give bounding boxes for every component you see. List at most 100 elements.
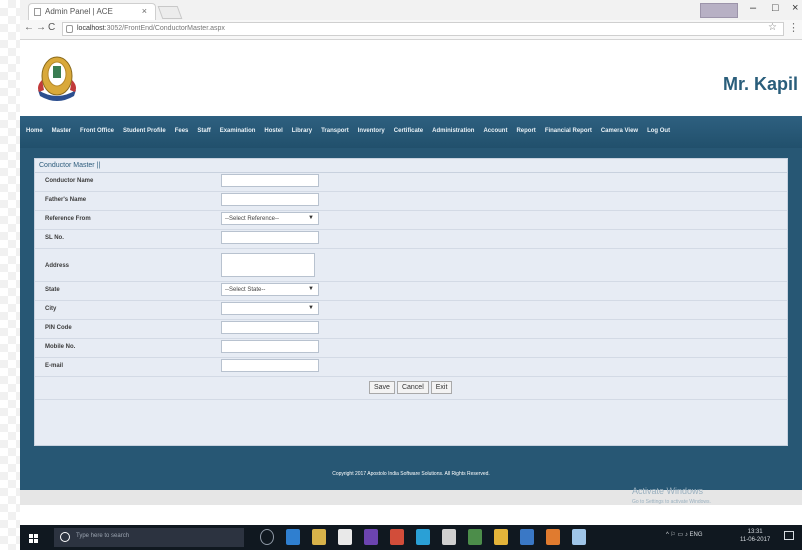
state-select-value: --Select State-- [225, 287, 266, 293]
dropdown-arrow-icon: ▼ [308, 286, 314, 292]
label-city: City [45, 306, 57, 312]
taskbar-search[interactable]: Type here to search [54, 528, 244, 547]
activate-windows-title: Activate Windows [632, 486, 704, 496]
nav-item-inventory[interactable]: Inventory [358, 128, 385, 134]
pin-code-input[interactable] [221, 321, 319, 334]
nav-item-front-office[interactable]: Front Office [80, 128, 114, 134]
minimize-icon[interactable]: – [750, 2, 756, 14]
nav-item-home[interactable]: Home [26, 128, 43, 134]
nav-item-financial-report[interactable]: Financial Report [545, 128, 592, 134]
divider [35, 248, 787, 249]
label-reference-from: Reference From [45, 216, 91, 222]
divider [35, 191, 787, 192]
notepad-icon[interactable] [442, 529, 456, 545]
divider [35, 229, 787, 230]
dropdown-arrow-icon: ▼ [308, 215, 314, 221]
label-state: State [45, 287, 60, 293]
edge-icon[interactable] [286, 529, 300, 545]
close-icon[interactable]: × [792, 2, 798, 14]
tab-title: Admin Panel | ACE [45, 7, 113, 16]
new-tab-button[interactable] [157, 6, 183, 19]
fathers-name-input[interactable] [221, 193, 319, 206]
system-tray[interactable]: ^ ⚐ ▭ ♪ ENG [666, 531, 703, 538]
clock-time: 13:31 [747, 529, 763, 535]
chrome-icon[interactable] [494, 529, 508, 545]
divider [35, 172, 787, 173]
nav-item-report[interactable]: Report [516, 128, 535, 134]
divider [35, 357, 787, 358]
email-input[interactable] [221, 359, 319, 372]
url-host: localhost [77, 25, 105, 32]
nav-item-fees[interactable]: Fees [175, 128, 189, 134]
sl-no-input[interactable] [221, 231, 319, 244]
user-profile-thumbnail[interactable] [700, 3, 738, 18]
store-icon[interactable] [338, 529, 352, 545]
browser-menu-icon[interactable]: ⋮ [788, 21, 799, 34]
nav-item-master[interactable]: Master [52, 128, 71, 134]
visual-studio-icon[interactable] [364, 529, 378, 545]
reference-select-value: --Select Reference-- [225, 216, 280, 222]
site-header: Mr. Kapil [20, 40, 802, 116]
conductor-name-input[interactable] [221, 174, 319, 187]
user-name: Mr. Kapil [722, 74, 798, 94]
label-mobile-no: Mobile No. [45, 344, 76, 350]
nav-item-camera-view[interactable]: Camera View [601, 128, 638, 134]
divider [35, 319, 787, 320]
nav-item-log-out[interactable]: Log Out [647, 128, 670, 134]
notification-icon[interactable] [784, 531, 794, 540]
app-icon[interactable] [416, 529, 430, 545]
cancel-button[interactable]: Cancel [396, 381, 429, 394]
app-icon[interactable] [390, 529, 404, 545]
page-info-icon[interactable] [66, 25, 73, 33]
nav-item-staff[interactable]: Staff [197, 128, 210, 134]
windows-start-icon[interactable] [29, 534, 38, 543]
browser-tab[interactable]: Admin Panel | ACE × [28, 3, 156, 20]
nav-item-examination[interactable]: Examination [220, 128, 256, 134]
task-view-icon[interactable] [260, 529, 274, 545]
clock[interactable]: 13:31 11-06-2017 [740, 528, 770, 544]
label-pin-code: PIN Code [45, 325, 72, 331]
back-arrow-icon[interactable]: ← [24, 22, 34, 33]
divider [35, 376, 787, 377]
label-email: E-mail [45, 363, 64, 369]
app-icon[interactable] [520, 529, 534, 545]
app-icon[interactable] [546, 529, 560, 545]
maximize-icon[interactable]: □ [772, 2, 779, 14]
file-explorer-icon[interactable] [312, 529, 326, 545]
label-fathers-name: Father's Name [45, 197, 87, 203]
mobile-no-input[interactable] [221, 340, 319, 353]
clock-date: 11-06-2017 [740, 537, 771, 543]
nav-item-hostel[interactable]: Hostel [264, 128, 282, 134]
save-button[interactable]: Save [369, 381, 395, 394]
address-textarea[interactable] [221, 253, 315, 277]
web-page: Mr. Kapil Home Master Front Office Stude… [20, 40, 802, 505]
reference-select[interactable]: --Select Reference-- ▼ [221, 212, 319, 225]
main-nav: Home Master Front Office Student Profile… [20, 116, 802, 148]
tab-close-icon[interactable]: × [142, 6, 147, 16]
label-conductor-name: Conductor Name [45, 178, 94, 184]
form-title: Conductor Master || [39, 162, 101, 169]
nav-item-administration[interactable]: Administration [432, 128, 474, 134]
taskbar-area: Type here to search ^ ⚐ ▭ ♪ ENG 13:31 11… [20, 505, 802, 550]
state-select[interactable]: --Select State-- ▼ [221, 283, 319, 296]
app-icon[interactable] [468, 529, 482, 545]
divider [35, 300, 787, 301]
address-bar[interactable]: localhost:3052/FrontEnd/ConductorMaster.… [62, 22, 784, 36]
school-emblem-logo [38, 56, 76, 101]
forward-arrow-icon[interactable]: → [36, 22, 46, 33]
nav-item-account[interactable]: Account [483, 128, 507, 134]
exit-button[interactable]: Exit [430, 381, 453, 394]
browser-tab-bar: Admin Panel | ACE × – □ × [20, 0, 802, 20]
nav-item-student-profile[interactable]: Student Profile [123, 128, 166, 134]
paint-icon[interactable] [572, 529, 586, 545]
divider [35, 338, 787, 339]
nav-item-library[interactable]: Library [292, 128, 312, 134]
nav-item-transport[interactable]: Transport [321, 128, 349, 134]
reload-icon[interactable]: C [48, 22, 55, 33]
nav-item-certificate[interactable]: Certificate [394, 128, 423, 134]
bookmark-star-icon[interactable]: ☆ [768, 22, 777, 33]
cortana-icon [60, 532, 70, 542]
city-select[interactable]: ▼ [221, 302, 319, 315]
copyright-text: Copyright 2017 Apostolo India Software S… [332, 471, 490, 477]
search-placeholder: Type here to search [76, 533, 130, 539]
